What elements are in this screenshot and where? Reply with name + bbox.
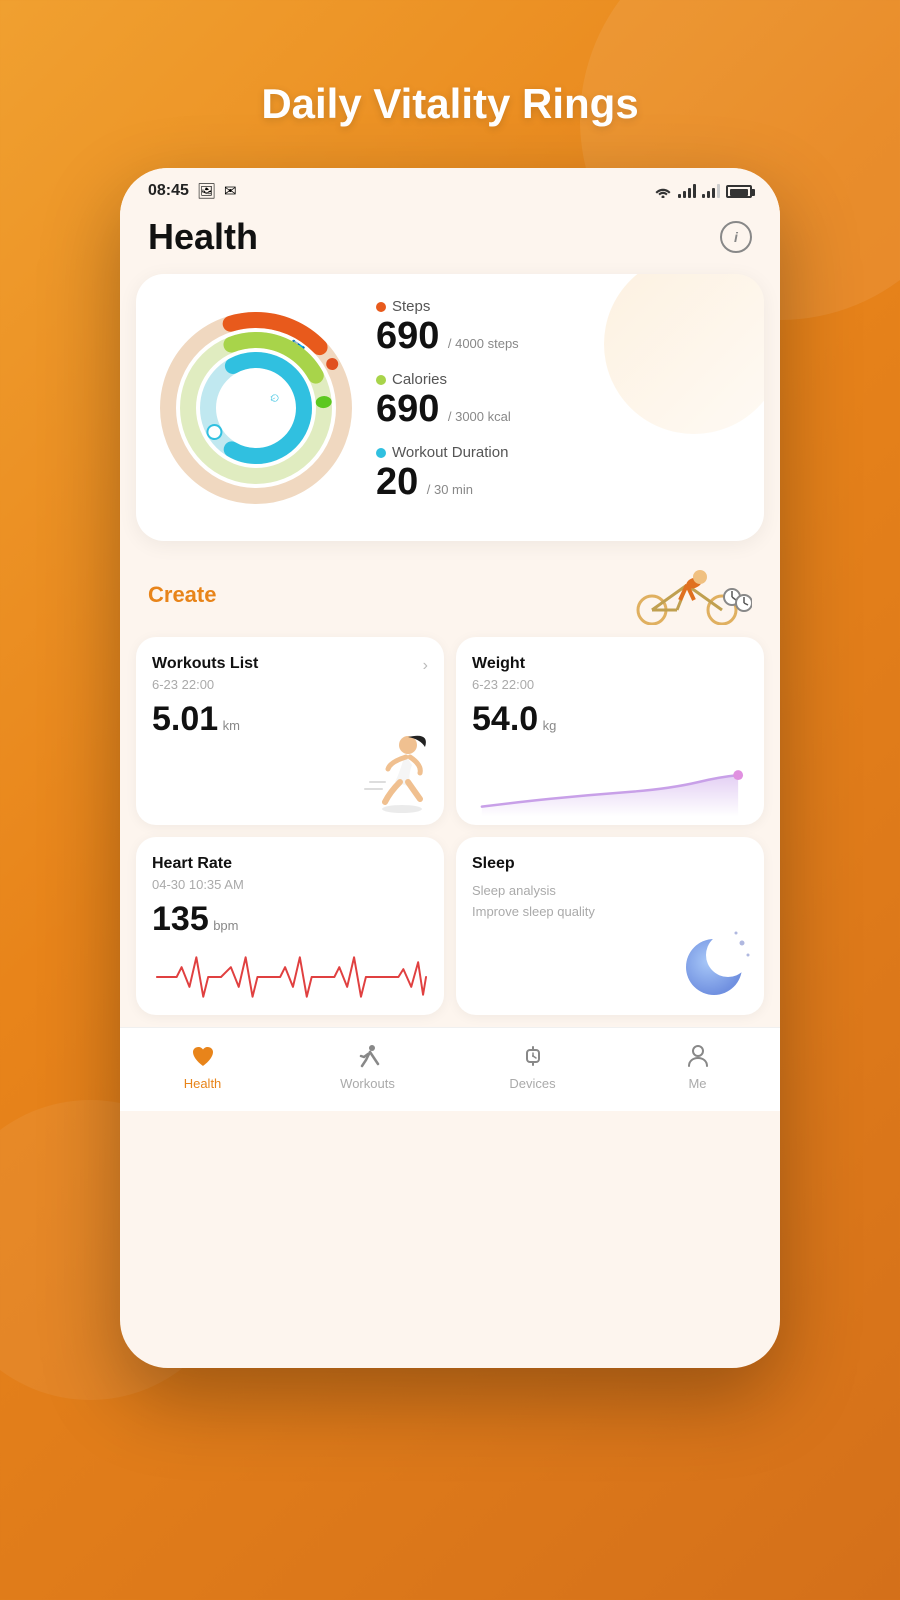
workouts-unit: km (223, 718, 240, 733)
runner-illustration (350, 727, 440, 817)
mail-icon: ✉ (224, 182, 237, 200)
workouts-chevron: › (423, 657, 428, 675)
workout-value: 20 (376, 461, 418, 503)
weight-chart (472, 747, 748, 807)
steps-stat: Steps 690 / 4000 steps (376, 298, 744, 355)
steps-unit: / 4000 steps (448, 336, 519, 351)
steps-label: Steps (392, 298, 430, 315)
calories-stat: Calories 690 / 3000 kcal (376, 371, 744, 428)
wifi-icon (654, 184, 672, 198)
nav-me[interactable]: Me (615, 1040, 780, 1091)
heart-rate-card[interactable]: Heart Rate 04-30 10:35 AM 135 bpm (136, 837, 444, 1015)
health-nav-icon (187, 1040, 219, 1072)
bottom-nav: Health Workouts (120, 1027, 780, 1111)
calories-dot (376, 375, 386, 385)
nav-devices[interactable]: Devices (450, 1040, 615, 1091)
calories-unit: / 3000 kcal (448, 409, 511, 424)
status-icons (654, 184, 752, 198)
workouts-card[interactable]: Workouts List › 6-23 22:00 5.01 km (136, 637, 444, 825)
workout-stat: Workout Duration 20 / 30 min (376, 444, 744, 501)
workouts-nav-label: Workouts (340, 1076, 395, 1091)
heart-rate-value: 135 (152, 900, 209, 938)
workouts-nav-icon (352, 1040, 384, 1072)
app-title: Health (148, 216, 258, 258)
weight-value: 54.0 (472, 700, 538, 738)
sleep-subtitle: Sleep analysis Improve sleep quality (472, 881, 748, 923)
stats-panel: Steps 690 / 4000 steps Calories 690 / 30… (376, 298, 744, 517)
cyclist-illustration (622, 565, 752, 625)
photo-icon: 🖼 (197, 182, 216, 200)
status-bar: 08:45 🖼 ✉ (120, 168, 780, 208)
steps-value: 690 (376, 315, 439, 357)
create-section: Create (120, 557, 780, 637)
battery-icon (726, 185, 752, 198)
workouts-date: 6-23 22:00 (152, 677, 428, 692)
weight-unit: kg (543, 718, 557, 733)
calories-label: Calories (392, 371, 447, 388)
phone-frame: 08:45 🖼 ✉ (120, 168, 780, 1368)
cards-grid: Workouts List › 6-23 22:00 5.01 km (120, 637, 780, 1027)
svg-text:⏱: ⏱ (268, 390, 283, 403)
ecg-chart (152, 947, 428, 997)
sleep-card[interactable]: Sleep Sleep analysis Improve sleep quali… (456, 837, 764, 1015)
vitality-rings-card: 👟 ⏱ Steps (136, 274, 764, 541)
app-header: Health i (120, 208, 780, 274)
health-nav-label: Health (184, 1076, 222, 1091)
heart-rate-title: Heart Rate (152, 855, 232, 873)
info-button[interactable]: i (720, 221, 752, 253)
devices-nav-label: Devices (509, 1076, 555, 1091)
me-nav-label: Me (688, 1076, 706, 1091)
sleep-title: Sleep (472, 855, 515, 873)
ring-chart: 👟 ⏱ (156, 308, 356, 508)
calories-value: 690 (376, 388, 439, 430)
devices-nav-icon (517, 1040, 549, 1072)
nav-workouts[interactable]: Workouts (285, 1040, 450, 1091)
steps-dot (376, 302, 386, 312)
status-time: 08:45 (148, 182, 189, 200)
weight-date: 6-23 22:00 (472, 677, 748, 692)
signal-bar-2 (702, 184, 720, 198)
workout-dot (376, 448, 386, 458)
weight-card[interactable]: Weight 6-23 22:00 54.0 kg (456, 637, 764, 825)
workout-label: Workout Duration (392, 444, 508, 461)
moon-icon (676, 925, 756, 1005)
workout-unit: / 30 min (427, 482, 473, 497)
weight-title: Weight (472, 655, 525, 673)
workouts-value: 5.01 (152, 700, 218, 738)
nav-health[interactable]: Health (120, 1040, 285, 1091)
info-icon: i (734, 229, 738, 245)
create-label[interactable]: Create (148, 582, 216, 608)
me-nav-icon (682, 1040, 714, 1072)
heart-rate-date: 04-30 10:35 AM (152, 877, 428, 892)
heart-rate-unit: bpm (213, 918, 238, 933)
workouts-title: Workouts List (152, 655, 258, 673)
signal-bar-1 (678, 184, 696, 198)
